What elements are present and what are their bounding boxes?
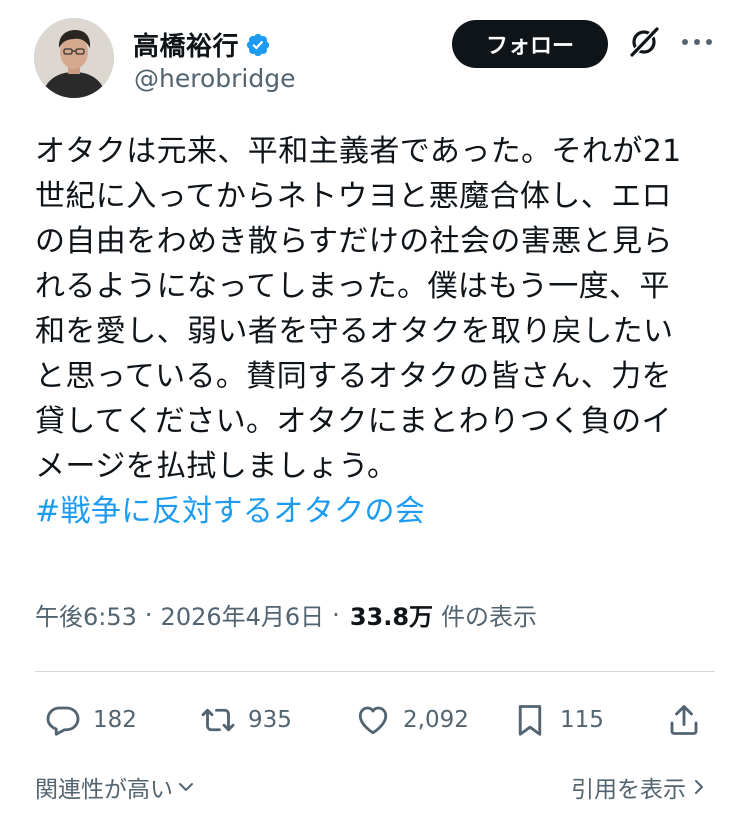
tweet-header: 高橋裕行 @herobridge フォロー [0, 0, 750, 120]
repost-button[interactable]: 935 [200, 690, 292, 750]
action-bar: 182 935 2,092 115 [0, 690, 750, 750]
chevron-right-icon [695, 780, 703, 794]
like-count: 2,092 [403, 707, 469, 733]
hashtag-link[interactable]: #戦争に反対するオタクの会 [35, 489, 725, 534]
tweet-line: メージを払拭しましょう。 [35, 449, 398, 484]
repost-count: 935 [248, 707, 292, 733]
sort-label: 関連性が高い [35, 777, 173, 803]
more-icon[interactable] [680, 30, 714, 54]
like-button[interactable]: 2,092 [355, 690, 469, 750]
quotes-label: 引用を表示 [571, 777, 686, 803]
meta-separator: · [144, 600, 153, 629]
reply-icon [46, 706, 80, 736]
tweet-line: と思っている。賛同するオタクの皆さん、力を [35, 359, 672, 394]
share-icon [670, 705, 698, 735]
tweet-meta: 午後6:53 · 2026年4月6日 · 33.8万 件の表示 [35, 597, 537, 632]
view-quotes-link[interactable]: 引用を表示 [571, 770, 708, 804]
tweet-line: の自由をわめき散らすだけの社会の害悪と見ら [35, 224, 673, 259]
sort-replies-dropdown[interactable]: 関連性が高い [35, 770, 195, 804]
avatar-photo [34, 18, 114, 98]
verified-badge-icon [246, 33, 270, 56]
bookmark-icon [518, 705, 542, 736]
reply-button[interactable]: 182 [45, 690, 137, 750]
view-count[interactable]: 33.8万 [350, 597, 433, 632]
bookmark-count: 115 [560, 707, 604, 733]
tweet-date[interactable]: 2026年4月6日 [161, 597, 325, 632]
author-name-row[interactable]: 高橋裕行 [133, 26, 271, 63]
view-count-label: 件の表示 [441, 603, 538, 631]
divider [35, 671, 715, 672]
chevron-down-icon [179, 783, 193, 791]
grok-icon[interactable] [626, 24, 662, 60]
follow-button[interactable]: フォロー [452, 20, 608, 68]
tweet-line: オタクは元来、平和主義者であった。それが21 [35, 134, 682, 169]
tweet-footer: 関連性が高い 引用を表示 [0, 760, 750, 810]
tweet-line: 世紀に入ってからネトウヨと悪魔合体し、エロ [35, 179, 672, 214]
tweet-time[interactable]: 午後6:53 [35, 597, 137, 632]
bookmark-button[interactable]: 115 [512, 690, 604, 750]
tweet-line: 貸してください。オタクにまとわりつく負のイ [35, 404, 672, 439]
display-name[interactable]: 高橋裕行 [133, 26, 239, 63]
tweet-body: オタクは元来、平和主義者であった。それが21 世紀に入ってからネトウヨと悪魔合体… [35, 129, 725, 534]
meta-separator: · [332, 600, 340, 629]
reply-count: 182 [93, 707, 137, 733]
share-button[interactable] [666, 690, 702, 750]
tweet-line: 和を愛し、弱い者を守るオタクを取り戻したい [35, 314, 674, 349]
repost-icon [201, 708, 235, 732]
tweet-line: れるようになってしまった。僕はもう一度、平 [35, 269, 670, 304]
author-handle[interactable]: @herobridge [134, 64, 295, 93]
avatar[interactable] [34, 18, 114, 98]
heart-icon [358, 706, 388, 735]
